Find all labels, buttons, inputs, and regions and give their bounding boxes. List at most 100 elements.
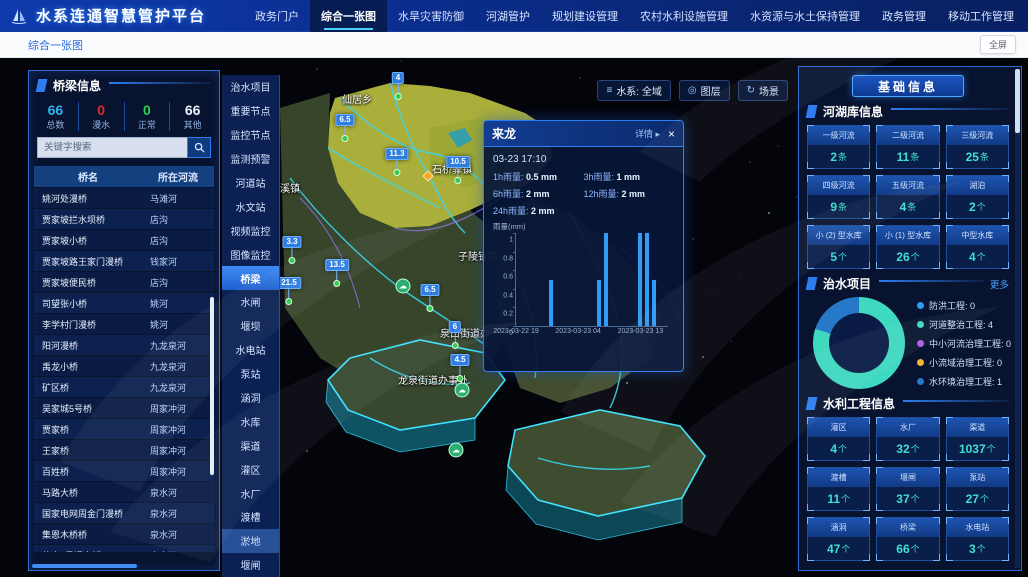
more-link[interactable]: 更多 [990,277,1009,291]
table-row[interactable]: 仙亭5号漫水桥泉水河 [34,545,214,552]
weather-icon[interactable]: ☁ [455,383,470,398]
table-row[interactable]: 马路大桥泉水河 [34,482,214,502]
layer-item-图像监控[interactable]: 图像监控 [222,242,279,266]
breadcrumb[interactable]: 综合一张图 [28,37,83,53]
nav-item[interactable]: 移动工作管理 [937,0,1025,32]
card-number: 25 [966,150,979,164]
river-cell: 泉水河 [142,528,214,541]
table-row[interactable]: 贾家坡小桥店沟 [34,230,214,250]
layer-item-淤地[interactable]: 淤地 [222,529,279,553]
layer-item-重要节点[interactable]: 重要节点 [222,99,279,123]
stat-value: 0 [79,102,124,118]
marker-stem [460,366,461,375]
nav-item[interactable]: 水旱灾害防御 [387,0,475,32]
nav-item[interactable]: 河湖管护 [475,0,541,32]
layer-item-桥梁[interactable]: 桥梁 [222,266,279,290]
table-row[interactable]: 王家桥周家冲河 [34,440,214,460]
table-row[interactable]: 矿区桥九龙泉河 [34,377,214,397]
popup-timestamp: 03-23 17:10 [493,154,674,165]
rain-bar [652,280,656,327]
table-row[interactable]: 李学村门漫桥姚河 [34,314,214,334]
layer-item-水电站[interactable]: 水电站 [222,338,279,362]
gauge-marker[interactable]: 4.5 [450,354,469,382]
gauge-marker[interactable]: 4 [392,72,404,100]
gauge-marker[interactable]: 13.5 [325,259,349,287]
search-input[interactable] [37,137,187,158]
table-row[interactable]: 禹龙小桥九龙泉河 [34,356,214,376]
search-button[interactable] [187,137,211,158]
table-row[interactable]: 姚河处漫桥马滩河 [34,188,214,208]
nav-item[interactable]: 农村水利设施管理 [629,0,739,32]
table-row[interactable]: 贾家坡拦水坝桥店沟 [34,209,214,229]
table-row[interactable]: 贾家坡便民桥店沟 [34,272,214,292]
table-row[interactable]: 吴家城5号桥周家冲河 [34,398,214,418]
map-canvas[interactable]: 仙居乡栗溪镇石桥驿镇子陵铺镇泉口街道办龙泉街道办事处 46.511.310.53… [280,58,798,577]
layer-item-治水项目[interactable]: 治水项目 [222,75,279,99]
rivers-section-title: 河湖库信息 [823,103,883,120]
layer-item-水闸[interactable]: 水闸 [222,290,279,314]
legend-label: 水环境治理工程: 1 [929,375,1002,388]
table-row[interactable]: 百姓桥周家冲河 [34,461,214,481]
layer-item-水文站[interactable]: 水文站 [222,194,279,218]
gauge-marker[interactable]: 6.5 [335,114,354,142]
gauge-marker[interactable]: 6 [449,321,461,349]
panel-h-scrollbar[interactable] [32,564,137,568]
layer-item-水库[interactable]: 水库 [222,409,279,433]
table-scrollbar[interactable] [210,297,214,475]
card-number: 47 [827,542,840,556]
nav-item[interactable]: 综合一张图 [310,0,387,32]
layer-item-水厂[interactable]: 水厂 [222,481,279,505]
map-control-场景[interactable]: ↻场景 [738,80,788,101]
card-value: 37个 [877,487,938,510]
table-row[interactable]: 贾家坡路王家门漫桥钱家河 [34,251,214,271]
nav-item[interactable]: 规划建设管理 [541,0,629,32]
basic-info-button[interactable]: 基础信息 [852,75,964,97]
legend-dot [917,340,924,347]
table-row[interactable]: 贾家桥周家冲河 [34,419,214,439]
weather-icon[interactable]: ☁ [449,443,464,458]
nav-item[interactable]: 政务管理 [871,0,937,32]
nav-item[interactable]: 水资源与水土保持管理 [739,0,871,32]
layer-item-泵站[interactable]: 泵站 [222,362,279,386]
card-label: 堰闸 [877,468,938,487]
gauge-marker[interactable]: 10.5 [446,156,470,184]
layer-item-视频监控[interactable]: 视频监控 [222,218,279,242]
map-control-图层[interactable]: ◎图层 [679,80,730,101]
panel-scrollbar[interactable] [1015,69,1020,568]
layer-item-堰闸[interactable]: 堰闸 [222,553,279,577]
card-label: 灌区 [808,418,869,437]
layer-item-渡槽[interactable]: 渡槽 [222,505,279,529]
card-value: 47个 [808,537,869,560]
card-unit: 条 [907,200,916,213]
card-number: 2 [830,150,837,164]
layer-item-灌区[interactable]: 灌区 [222,457,279,481]
card-number: 9 [830,200,837,214]
card-value: 32个 [877,437,938,460]
close-icon[interactable]: × [668,128,675,140]
table-row[interactable]: 国家电网周金门漫桥泉水河 [34,503,214,523]
fullscreen-button[interactable]: 全屏 [980,35,1016,54]
bridge-name-cell: 司望张小桥 [34,297,142,310]
layer-item-堰坝[interactable]: 堰坝 [222,314,279,338]
gauge-marker[interactable]: 3.3 [282,236,301,264]
gauge-marker[interactable]: 21.5 [280,277,301,305]
layer-item-监测预警[interactable]: 监测预警 [222,147,279,171]
search-icon [194,142,205,153]
y-tick-mark [513,270,516,271]
popup-detail-link[interactable]: 详情 ▸ [635,127,660,140]
layer-item-监控节点[interactable]: 监控节点 [222,123,279,147]
nav-item[interactable]: 政务门户 [244,0,310,32]
map-control-水系: 全域[interactable]: ≡水系: 全域 [597,80,670,101]
layer-item-渠道[interactable]: 渠道 [222,433,279,457]
table-row[interactable]: 集恩木桥桥泉水河 [34,524,214,544]
gauge-marker[interactable]: 6.5 [420,284,439,312]
section-accent-icon [36,79,48,92]
weather-icon[interactable]: ☁ [396,279,411,294]
table-row[interactable]: 阳河漫桥九龙泉河 [34,335,214,355]
legend-dot [917,378,924,385]
card-label: 小 (1) 型水库 [877,226,938,245]
gauge-marker[interactable]: 11.3 [385,148,408,176]
layer-item-涵洞[interactable]: 涵洞 [222,386,279,410]
layer-item-河道站[interactable]: 河道站 [222,171,279,195]
table-row[interactable]: 司望张小桥姚河 [34,293,214,313]
